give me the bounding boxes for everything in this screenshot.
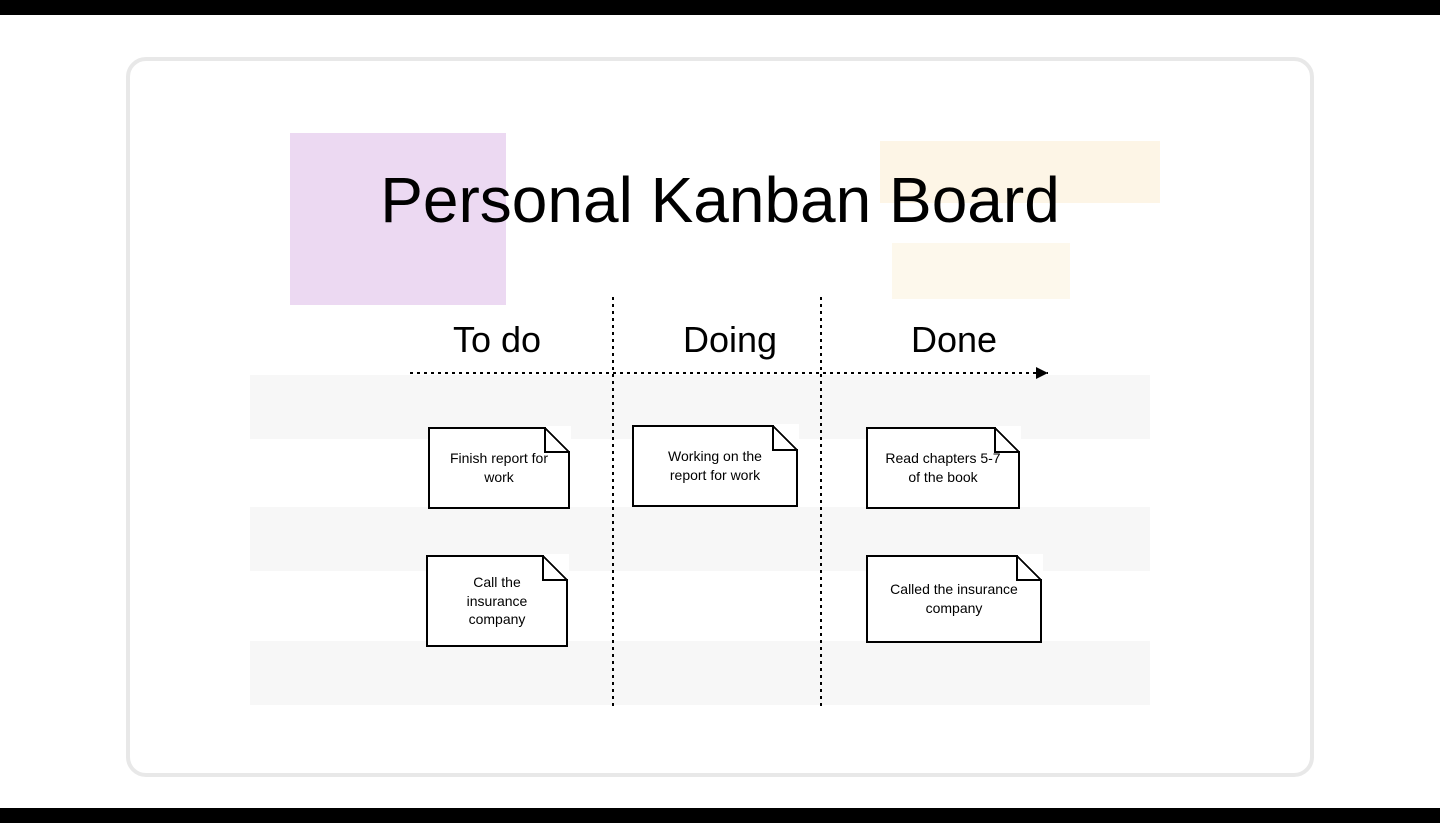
card-text: Working on the report for work [648,447,782,485]
card-doing[interactable]: Working on the report for work [632,425,798,507]
page-fold-icon [542,555,568,581]
card-done[interactable]: Read chapters 5-7 of the book [866,427,1020,509]
card-text: Read chapters 5-7 of the book [882,449,1004,487]
column-label-doing: Doing [640,319,820,361]
card-todo[interactable]: Call the insurance company [426,555,568,647]
page-fold-icon [544,427,570,453]
card-text: Called the insurance company [882,580,1026,618]
column-label-done: Done [874,319,1034,361]
page-fold-icon [772,425,798,451]
page-fold-icon [1016,555,1042,581]
decorative-block-cream-2 [892,243,1070,299]
page: Personal Kanban Board To do Doing Done F… [0,15,1440,808]
row-stripe [250,641,1150,705]
page-fold-icon [994,427,1020,453]
board-title: Personal Kanban Board [0,163,1440,237]
card-todo[interactable]: Finish report for work [428,427,570,509]
card-text: Call the insurance company [442,573,552,630]
card-done[interactable]: Called the insurance company [866,555,1042,643]
column-label-todo: To do [412,319,582,361]
card-text: Finish report for work [444,449,554,487]
